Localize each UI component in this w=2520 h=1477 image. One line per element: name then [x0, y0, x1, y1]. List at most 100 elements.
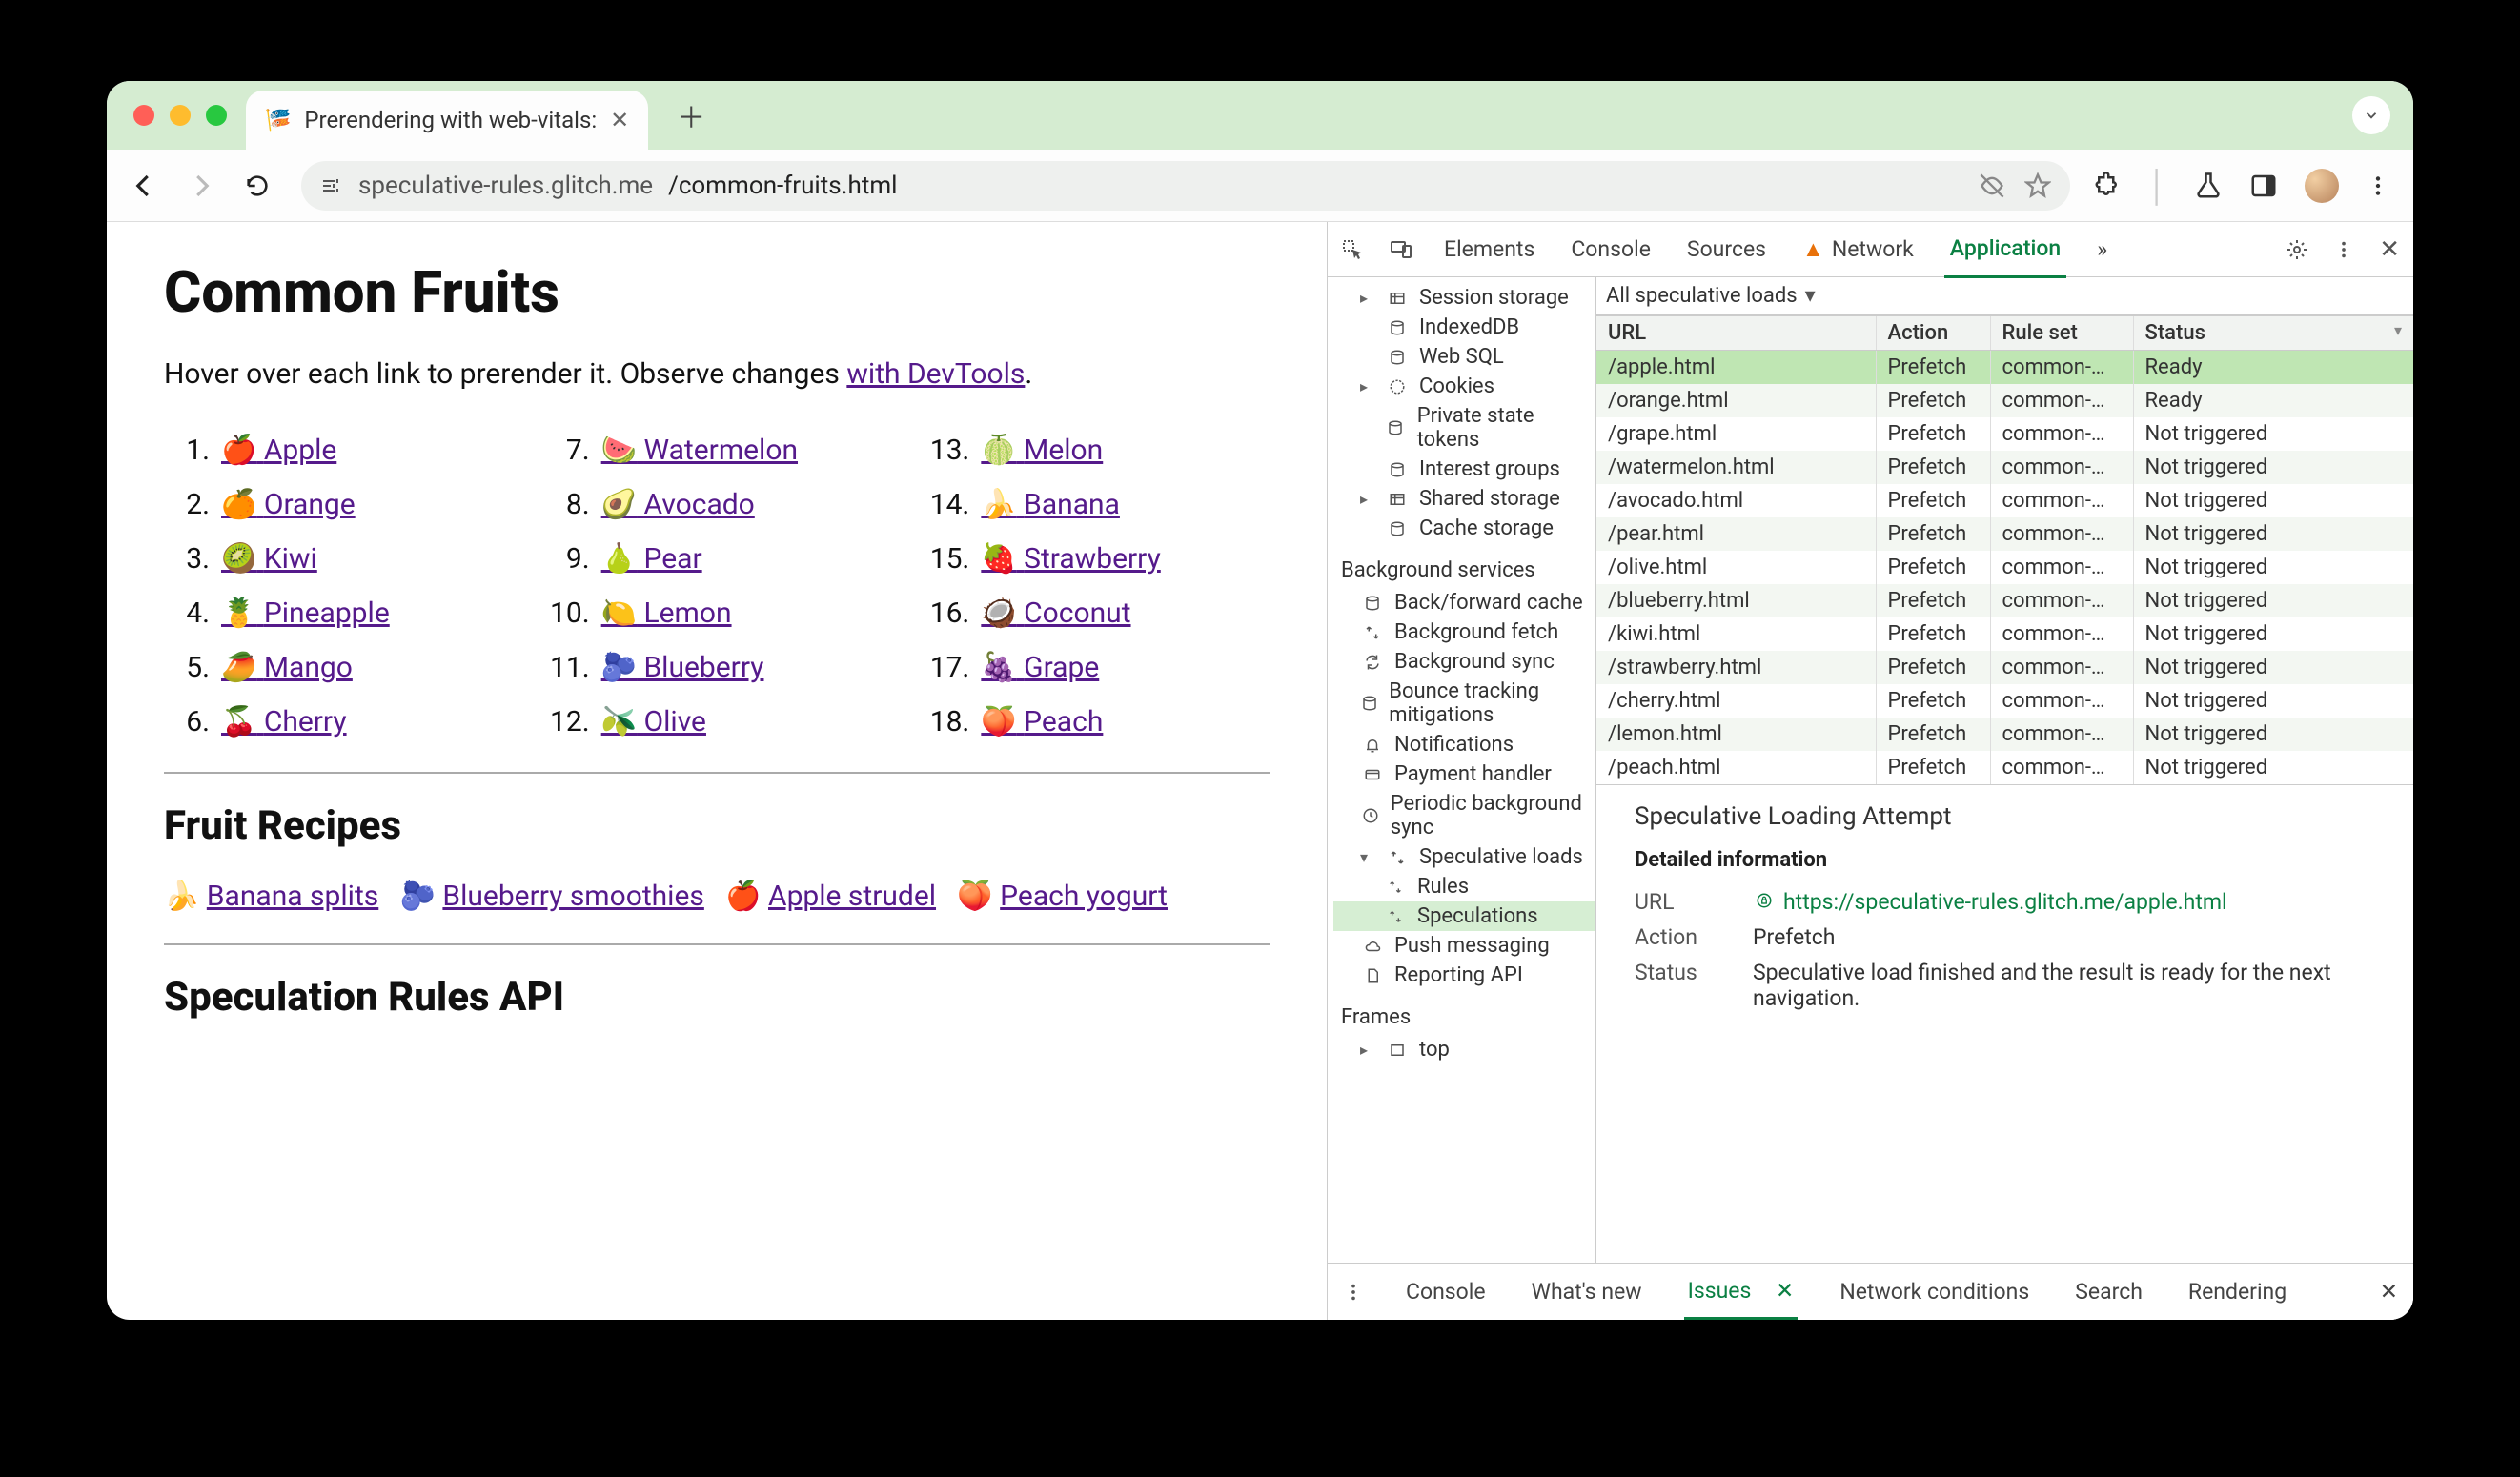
drawer-issues[interactable]: Issues ✕	[1684, 1264, 1799, 1320]
fruit-link[interactable]: 🍊 Orange	[221, 477, 356, 532]
overflow-menu-button[interactable]	[2366, 173, 2390, 198]
fruit-link[interactable]: 🍍 Pineapple	[221, 586, 390, 640]
minimize-window-button[interactable]	[170, 105, 191, 126]
profile-avatar[interactable]	[2305, 169, 2339, 203]
tree-notifications[interactable]: Notifications	[1333, 730, 1595, 759]
tab-overflow[interactable]: »	[2091, 222, 2113, 276]
tree-background-fetch[interactable]: Background fetch	[1333, 617, 1595, 647]
tab-network[interactable]: ▲ Network	[1797, 222, 1920, 276]
recipe-link[interactable]: Apple strudel	[768, 880, 936, 913]
tree-websql[interactable]: Web SQL	[1333, 342, 1595, 372]
fruit-link[interactable]: 🥑 Avocado	[601, 477, 755, 532]
recipe-link[interactable]: Peach yogurt	[1000, 880, 1168, 913]
recipe-link[interactable]: Blueberry smoothies	[442, 880, 703, 913]
table-row[interactable]: /cherry.htmlPrefetchcommon-…Not triggere…	[1596, 684, 2413, 718]
tab-console[interactable]: Console	[1565, 222, 1656, 276]
inspect-element-icon[interactable]	[1341, 238, 1364, 261]
fruit-link[interactable]: 🥥 Coconut	[981, 586, 1130, 640]
tree-interest-groups[interactable]: Interest groups	[1333, 455, 1595, 484]
fruit-link[interactable]: 🍑 Peach	[981, 695, 1103, 749]
fruit-link[interactable]: 🍐 Pear	[601, 532, 702, 586]
tree-shared-storage[interactable]: ▸Shared storage	[1333, 484, 1595, 514]
fruit-link[interactable]: 🥭 Mango	[221, 640, 353, 695]
recipe-link[interactable]: Banana splits	[207, 880, 378, 913]
table-row[interactable]: /blueberry.htmlPrefetchcommon-…Not trigg…	[1596, 584, 2413, 617]
fruit-link[interactable]: 🍈 Melon	[981, 423, 1103, 477]
speculations-filter[interactable]: All speculative loads ▾	[1596, 277, 2413, 315]
fruit-link[interactable]: 🍒 Cherry	[221, 695, 347, 749]
fruit-link[interactable]: 🍌 Banana	[981, 477, 1120, 532]
table-row[interactable]: /lemon.htmlPrefetchcommon-…Not triggered	[1596, 718, 2413, 751]
site-settings-icon[interactable]	[320, 174, 343, 197]
col-status[interactable]: Status▾	[2134, 316, 2414, 350]
omnibox[interactable]: speculative-rules.glitch.me/common-fruit…	[301, 161, 2070, 211]
close-devtools-button[interactable]: ✕	[2379, 235, 2400, 264]
col-ruleset[interactable]: Rule set	[1991, 316, 2134, 350]
tree-cookies[interactable]: ▸Cookies	[1333, 372, 1595, 401]
fruit-link[interactable]: 🍇 Grape	[981, 640, 1099, 695]
kebab-menu-icon[interactable]	[2333, 239, 2354, 260]
table-row[interactable]: /orange.htmlPrefetchcommon-…Ready	[1596, 384, 2413, 417]
tree-session-storage[interactable]: ▸Session storage	[1333, 283, 1595, 313]
tree-cache-storage[interactable]: Cache storage	[1333, 514, 1595, 543]
new-tab-button[interactable]: ＋	[667, 94, 715, 136]
fruit-link[interactable]: 🥝 Kiwi	[221, 532, 317, 586]
kebab-menu-icon[interactable]	[1343, 1282, 1364, 1303]
fruit-link[interactable]: 🫒 Olive	[601, 695, 706, 749]
detail-url[interactable]: https://speculative-rules.glitch.me/appl…	[1753, 889, 2387, 915]
back-button[interactable]	[130, 172, 164, 200]
tree-frame-top[interactable]: ▸top	[1333, 1035, 1595, 1064]
device-toolbar-icon[interactable]	[1389, 238, 1413, 261]
bookmark-star-icon[interactable]	[2024, 172, 2051, 199]
table-row[interactable]: /peach.htmlPrefetchcommon-…Not triggered	[1596, 751, 2413, 784]
tree-speculative-loads[interactable]: ▾Speculative loads	[1333, 842, 1595, 872]
browser-tab[interactable]: 🎏 Prerendering with web-vitals: ✕	[246, 91, 648, 150]
close-drawer-button[interactable]: ✕	[2380, 1279, 2398, 1305]
table-row[interactable]: /olive.htmlPrefetchcommon-…Not triggered	[1596, 551, 2413, 584]
tab-sources[interactable]: Sources	[1681, 222, 1772, 276]
col-action[interactable]: Action	[1877, 316, 1991, 350]
application-sidebar[interactable]: ▸Session storage IndexedDB Web SQL ▸Cook…	[1328, 277, 1596, 1263]
tree-bounce-tracking[interactable]: Bounce tracking mitigations	[1333, 677, 1595, 730]
drawer-rendering[interactable]: Rendering	[2185, 1264, 2290, 1320]
fruit-link[interactable]: 🍎 Apple	[221, 423, 336, 477]
tab-close-button[interactable]: ✕	[610, 109, 629, 132]
tree-push-messaging[interactable]: Push messaging	[1333, 931, 1595, 961]
table-row[interactable]: /strawberry.htmlPrefetchcommon-…Not trig…	[1596, 651, 2413, 684]
fruit-link[interactable]: 🍉 Watermelon	[601, 423, 798, 477]
incognito-off-icon[interactable]	[1979, 172, 2005, 199]
tab-overflow-button[interactable]	[2352, 96, 2390, 134]
close-window-button[interactable]	[133, 105, 154, 126]
maximize-window-button[interactable]	[206, 105, 227, 126]
devtools-link[interactable]: with DevTools	[846, 357, 1025, 391]
table-row[interactable]: /avocado.htmlPrefetchcommon-…Not trigger…	[1596, 484, 2413, 517]
gear-icon[interactable]	[2286, 238, 2308, 261]
fruit-link[interactable]: 🍓 Strawberry	[981, 532, 1160, 586]
table-row[interactable]: /watermelon.htmlPrefetchcommon-…Not trig…	[1596, 451, 2413, 484]
table-row[interactable]: /grape.htmlPrefetchcommon-…Not triggered	[1596, 417, 2413, 451]
fruit-link[interactable]: 🍋 Lemon	[601, 586, 732, 640]
tree-rules[interactable]: Rules	[1333, 872, 1595, 901]
drawer-network-conditions[interactable]: Network conditions	[1836, 1264, 2033, 1320]
tree-private-state-tokens[interactable]: Private state tokens	[1333, 401, 1595, 455]
tree-speculations[interactable]: Speculations	[1333, 901, 1595, 931]
extensions-icon[interactable]	[2093, 172, 2122, 200]
tree-background-sync[interactable]: Background sync	[1333, 647, 1595, 677]
tree-payment-handler[interactable]: Payment handler	[1333, 759, 1595, 789]
tree-reporting-api[interactable]: Reporting API	[1333, 961, 1595, 990]
reload-button[interactable]	[244, 172, 278, 199]
drawer-search[interactable]: Search	[2071, 1264, 2146, 1320]
tree-periodic-bg-sync[interactable]: Periodic background sync	[1333, 789, 1595, 842]
close-icon[interactable]: ✕	[1776, 1278, 1794, 1304]
drawer-whatsnew[interactable]: What's new	[1528, 1264, 1646, 1320]
table-row[interactable]: /apple.htmlPrefetchcommon-…Ready	[1596, 351, 2413, 384]
tree-back-forward-cache[interactable]: Back/forward cache	[1333, 588, 1595, 617]
labs-icon[interactable]	[2194, 172, 2223, 200]
table-row[interactable]: /kiwi.htmlPrefetchcommon-…Not triggered	[1596, 617, 2413, 651]
tree-indexeddb[interactable]: IndexedDB	[1333, 313, 1595, 342]
drawer-console[interactable]: Console	[1402, 1264, 1490, 1320]
fruit-link[interactable]: 🫐 Blueberry	[601, 640, 764, 695]
side-panel-icon[interactable]	[2249, 172, 2278, 200]
table-row[interactable]: /pear.htmlPrefetchcommon-…Not triggered	[1596, 517, 2413, 551]
tab-elements[interactable]: Elements	[1438, 222, 1540, 276]
